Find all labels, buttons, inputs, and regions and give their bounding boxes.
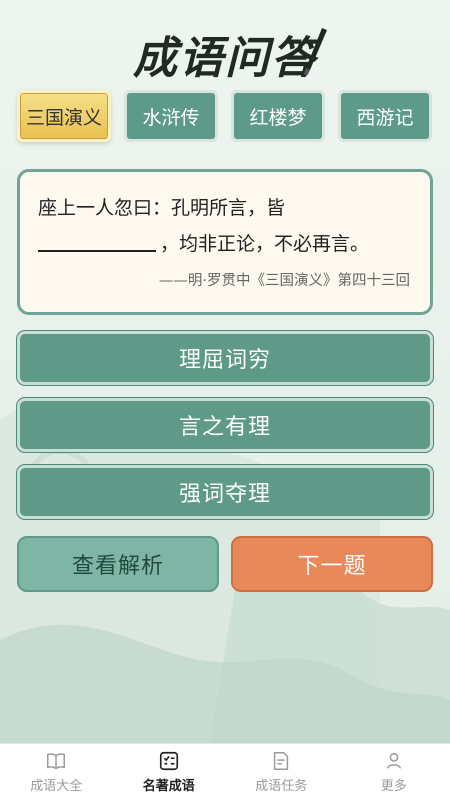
tab-shuihu[interactable]: 水浒传 — [124, 90, 218, 142]
book-icon — [47, 753, 66, 770]
question-card: 座上一人忽曰：孔明所言，皆 ，均非正论，不必再言。 ——明·罗贯中《三国演义》第… — [17, 169, 433, 315]
brush-icon — [304, 28, 327, 76]
next-question-button[interactable]: 下一题 — [231, 536, 433, 592]
bottom-nav: 成语大全 名著成语 成语任务 更多 — [0, 743, 450, 800]
user-icon — [386, 752, 401, 769]
question-line-2-text: ，均非正论，不必再言。 — [160, 233, 370, 255]
nav-label: 成语任务 — [255, 779, 308, 794]
question-line-1: 座上一人忽曰：孔明所言，皆 — [38, 197, 286, 219]
tab-label: 水浒传 — [142, 106, 200, 129]
tab-sanguo[interactable]: 三国演义 — [17, 90, 111, 142]
tab-label: 红楼梦 — [249, 106, 307, 129]
checklist-icon — [159, 751, 178, 771]
nav-label: 成语大全 — [30, 779, 83, 794]
nav-item-idiom-dictionary[interactable]: 成语大全 — [0, 744, 113, 800]
tab-honglou[interactable]: 红楼梦 — [231, 90, 325, 142]
question-line-2: ，均非正论，不必再言。 — [38, 226, 414, 262]
view-explanation-button[interactable]: 查看解析 — [17, 536, 219, 592]
option-button-3[interactable]: 强词夺理 — [17, 465, 433, 519]
tab-label: 三国演义 — [25, 106, 102, 129]
nav-item-classic-idioms[interactable]: 名著成语 — [113, 744, 226, 800]
tab-xiyou[interactable]: 西游记 — [338, 90, 432, 142]
option-label: 言之有理 — [178, 415, 271, 440]
option-button-1[interactable]: 理屈词穷 — [17, 331, 433, 385]
option-label: 强词夺理 — [178, 482, 271, 507]
nav-item-more[interactable]: 更多 — [338, 744, 450, 800]
answer-blank — [38, 228, 156, 252]
option-label: 理屈词穷 — [178, 348, 271, 373]
nav-label: 更多 — [380, 779, 407, 794]
option-button-2[interactable]: 言之有理 — [17, 398, 433, 452]
tab-label: 西游记 — [356, 106, 414, 129]
question-source: ——明·罗贯中《三国演义》第四十三回 — [158, 273, 410, 289]
document-icon — [274, 752, 289, 770]
book-tabs: 三国演义 水浒传 红楼梦 西游记 — [17, 90, 433, 146]
nav-item-idiom-tasks[interactable]: 成语任务 — [225, 744, 338, 800]
app-title: 成语问答 — [133, 33, 317, 84]
nav-label: 名著成语 — [142, 779, 195, 794]
